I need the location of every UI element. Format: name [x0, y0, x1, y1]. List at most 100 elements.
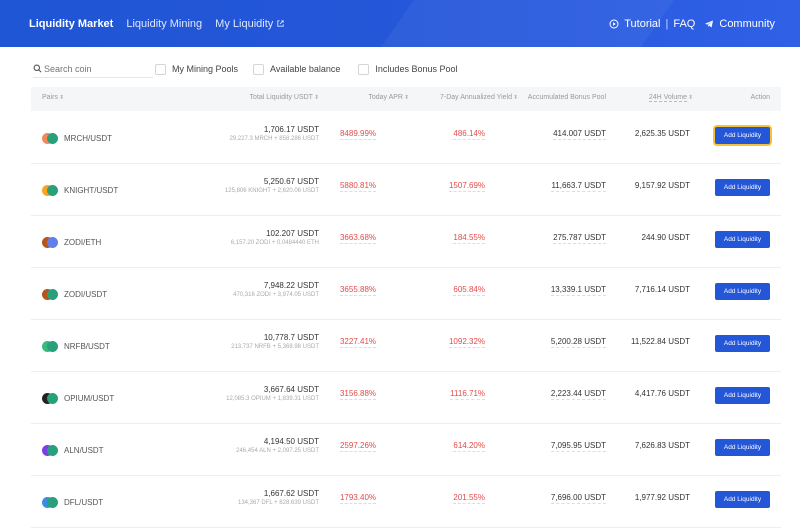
quote-coin-icon — [47, 392, 58, 404]
checkbox-box[interactable] — [155, 63, 166, 75]
bonus-pool-value: 414.007 USDT — [553, 129, 606, 140]
pair-cell: NRFB/USDT — [42, 320, 110, 372]
bonus-pool-value: 2,223.44 USDT — [550, 389, 606, 400]
pair-coin-icon — [42, 392, 58, 404]
nav-my-liquidity[interactable]: My Liquidity — [215, 18, 285, 30]
pair-coin-icon — [42, 444, 58, 456]
7day-yield-value: 1092.32% — [448, 337, 485, 348]
pair-coin-icon — [42, 340, 58, 352]
header-total-liquidity-label: Total Liquidity USDT — [249, 94, 313, 101]
add-liquidity-button[interactable]: Add Liquidity — [715, 491, 770, 508]
filter-bar: My Mining Pools Available balance Includ… — [33, 60, 457, 78]
header-total-liquidity[interactable]: Total Liquidity USDT⬍ — [250, 94, 319, 101]
nav-left: Liquidity Market Liquidity Mining My Liq… — [29, 0, 285, 47]
7day-yield-value: 1116.71% — [450, 389, 485, 400]
pair-cell: OPIUM/USDT — [42, 372, 114, 424]
pair-coin-icon — [42, 236, 58, 248]
search-input[interactable] — [44, 63, 144, 74]
nav-tutorial[interactable]: Tutorial — [624, 18, 660, 30]
bonus-pool-value: 7,696.00 USDT — [550, 493, 606, 504]
24h-volume-value: 1,977.92 USDT — [634, 493, 690, 502]
header-today-apr-label: Today APR — [368, 94, 403, 101]
sort-icon: ⬍ — [687, 95, 693, 101]
available-balance-label: Available balance — [270, 64, 341, 74]
header-action-label: Action — [750, 94, 770, 101]
total-liquidity-cell: 10,778.7 USDT 213,737 NRFB + 5,368.98 USD… — [231, 333, 319, 350]
pair-cell: ZODI/USDT — [42, 268, 107, 320]
pair-coin-icon — [42, 496, 58, 508]
nav-faq[interactable]: FAQ — [673, 18, 695, 30]
total-liquidity-cell: 3,667.64 USDT 12,085.3 OPIUM + 1,839.31 U… — [226, 385, 319, 402]
24h-volume-value: 7,626.83 USDT — [634, 441, 690, 450]
nav-liquidity-mining[interactable]: Liquidity Mining — [126, 18, 202, 30]
checkbox-box[interactable] — [253, 63, 265, 75]
total-liquidity-value: 1,706.17 USDT — [263, 125, 319, 134]
pair-coin-icon — [42, 132, 58, 144]
header-7day-yield-label: 7-Day Annualized Yield — [439, 94, 512, 101]
today-apr-value: 8489.99% — [339, 129, 376, 140]
sort-icon: ⬍ — [58, 95, 64, 101]
total-liquidity-cell: 1,667.62 USDT 134,367 DFL + 828.639 USDT — [238, 489, 319, 506]
24h-volume-value: 2,625.35 USDT — [634, 129, 690, 138]
pair-cell: DFL/USDT — [42, 476, 103, 528]
add-liquidity-button[interactable]: Add Liquidity — [715, 387, 770, 404]
liquidity-breakdown: 213,737 NRFB + 5,368.98 USDT — [231, 344, 319, 350]
liquidity-breakdown: 134,367 DFL + 828.639 USDT — [238, 500, 319, 506]
today-apr-value: 1793.40% — [339, 493, 376, 504]
7day-yield-value: 1507.69% — [448, 181, 485, 192]
pair-cell: KNIGHT/USDT — [42, 164, 118, 216]
total-liquidity-value: 3,667.64 USDT — [263, 385, 319, 394]
pair-label: NRFB/USDT — [64, 341, 110, 351]
pair-cell: ZODI/ETH — [42, 216, 101, 268]
quote-coin-icon — [47, 132, 58, 144]
table-row: ALN/USDT 4,194.50 USDT 246,454 ALN + 2,09… — [31, 424, 781, 476]
checkbox-box[interactable] — [358, 63, 370, 75]
total-liquidity-value: 7,948.22 USDT — [263, 281, 319, 290]
total-liquidity-cell: 5,250.67 USDT 125,806 KNIGHT + 2,620.06 U… — [225, 177, 319, 194]
pair-label: KNIGHT/USDT — [64, 185, 119, 195]
header-7day-yield[interactable]: 7-Day Annualized Yield⬍ — [440, 94, 518, 101]
table-row: KNIGHT/USDT 5,250.67 USDT 125,806 KNIGHT … — [31, 164, 781, 216]
nav-my-liquidity-label: My Liquidity — [215, 17, 274, 30]
table-row: NRFB/USDT 10,778.7 USDT 213,737 NRFB + 5,… — [31, 320, 781, 372]
bonus-pool-value: 11,663.7 USDT — [551, 181, 606, 192]
liquidity-breakdown: 246,454 ALN + 2,097.25 USDT — [236, 448, 319, 454]
available-balance-checkbox[interactable]: Available balance — [253, 63, 341, 75]
includes-bonus-pool-checkbox[interactable]: Includes Bonus Pool — [358, 63, 458, 75]
external-link-icon — [277, 20, 284, 27]
7day-yield-value: 614.20% — [453, 441, 485, 452]
sort-icon: ⬍ — [403, 95, 409, 101]
pair-label: ZODI/ETH — [64, 237, 102, 247]
top-nav-bar: Liquidity Market Liquidity Mining My Liq… — [0, 0, 800, 47]
add-liquidity-button[interactable]: Add Liquidity — [715, 439, 770, 456]
nav-liquidity-market[interactable]: Liquidity Market — [29, 18, 113, 30]
add-liquidity-button[interactable]: Add Liquidity — [715, 335, 770, 352]
header-24h-volume[interactable]: 24H Volume⬍ — [648, 94, 693, 102]
sort-icon: ⬍ — [313, 95, 319, 101]
liquidity-breakdown: 29,227.3 MRCH + 858.286 USDT — [229, 136, 319, 142]
24h-volume-value: 7,716.14 USDT — [634, 285, 690, 294]
today-apr-value: 2597.26% — [339, 441, 376, 452]
header-bonus-pool-label: Accumulated Bonus Pool — [527, 94, 606, 101]
today-apr-value: 5880.81% — [339, 181, 376, 192]
table-header: Pairs⬍ Total Liquidity USDT⬍ Today APR⬍ … — [31, 87, 781, 111]
search-box — [33, 61, 153, 78]
add-liquidity-button[interactable]: Add Liquidity — [715, 127, 770, 144]
pair-label: DFL/USDT — [64, 497, 104, 507]
add-liquidity-button[interactable]: Add Liquidity — [715, 179, 770, 196]
table-row: ZODI/ETH 102.207 USDT 6,157.20 ZODI + 0.0… — [31, 216, 781, 268]
my-mining-pools-checkbox[interactable]: My Mining Pools — [155, 63, 238, 75]
header-pairs[interactable]: Pairs⬍ — [42, 94, 64, 101]
header-24h-volume-label: 24H Volume — [648, 94, 687, 102]
add-liquidity-button[interactable]: Add Liquidity — [715, 283, 770, 300]
pair-label: ZODI/USDT — [64, 289, 108, 299]
includes-bonus-pool-label: Includes Bonus Pool — [375, 64, 458, 74]
today-apr-value: 3227.41% — [339, 337, 376, 348]
nav-community[interactable]: Community — [719, 18, 775, 30]
table-row: MRCH/USDT 1,706.17 USDT 29,227.3 MRCH + 8… — [31, 112, 781, 164]
pair-cell: MRCH/USDT — [42, 112, 112, 164]
header-today-apr[interactable]: Today APR⬍ — [368, 94, 409, 101]
7day-yield-value: 486.14% — [453, 129, 485, 140]
play-circle-icon — [609, 19, 619, 28]
add-liquidity-button[interactable]: Add Liquidity — [715, 231, 770, 248]
